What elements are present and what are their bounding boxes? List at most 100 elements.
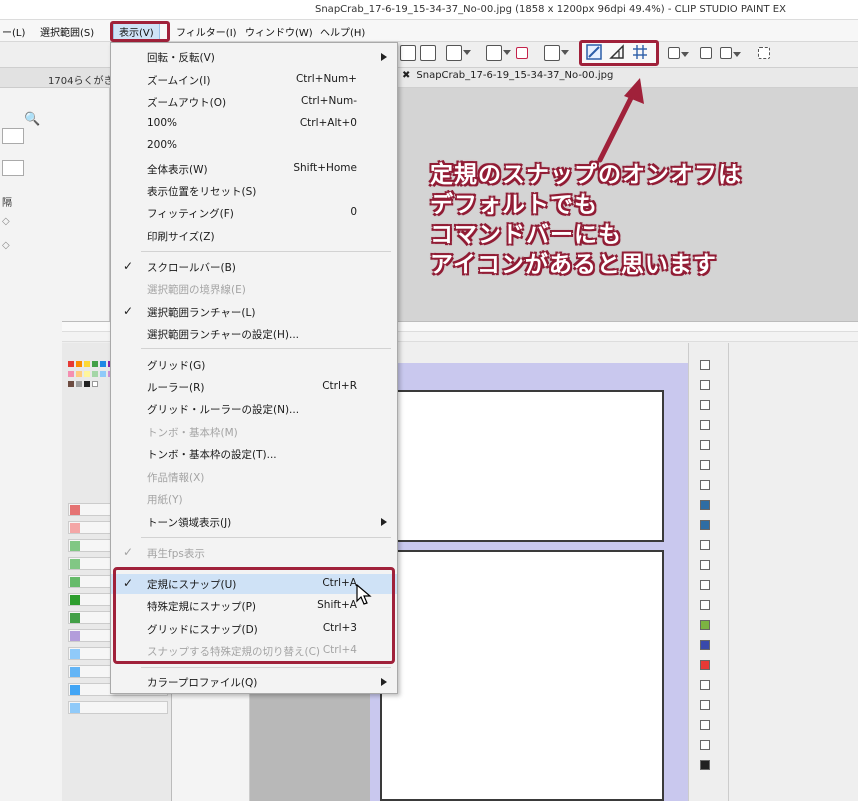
menu-item-print-size[interactable]: 印刷サイズ(Z) (111, 226, 397, 246)
tool-icon[interactable] (700, 700, 710, 710)
menu-separator (141, 537, 391, 538)
tool-icon[interactable] (700, 500, 710, 510)
undo-icon[interactable] (446, 45, 471, 61)
submenu-arrow-icon (381, 678, 387, 686)
menu-item-reset-position[interactable]: 表示位置をリセット(S) (111, 181, 397, 201)
tool-icon[interactable] (700, 420, 710, 430)
tool-icon[interactable] (700, 440, 710, 450)
layer-color-chip (70, 505, 80, 515)
layer-color-chip (70, 613, 80, 623)
menu-item-crop-mark: トンボ・基本枠(M) (111, 422, 397, 442)
tool-icon[interactable] (700, 560, 710, 570)
menu-selection[interactable]: 選択範囲(S) (40, 24, 94, 39)
menu-item-grid-ruler-settings[interactable]: グリッド・ルーラーの設定(N)... (111, 399, 397, 419)
tool-icon[interactable] (700, 740, 710, 750)
tool-icon[interactable] (700, 580, 710, 590)
tool-icon[interactable] (700, 760, 710, 770)
layer-color-chip (70, 577, 80, 587)
tool-icon[interactable] (700, 660, 710, 670)
tool-icon[interactable] (700, 460, 710, 470)
panel-tab-name[interactable]: 1704らくがき (48, 72, 113, 87)
menu-item-selection-border: 選択範囲の境界線(E) (111, 279, 397, 299)
clear-icon[interactable] (420, 45, 436, 61)
border-icon[interactable] (700, 47, 712, 59)
snap-to-ruler-icon[interactable] (586, 44, 602, 60)
window-title: SnapCrab_17-6-19_15-34-37_No-00.jpg (185… (315, 4, 786, 15)
menu-window[interactable]: ウィンドウ(W) (245, 24, 313, 39)
close-tab-icon[interactable]: ✖ (402, 70, 410, 81)
fill-icon[interactable] (516, 47, 528, 59)
brush-selector[interactable] (2, 128, 24, 144)
mouse-cursor-icon (356, 584, 372, 605)
tool-icon[interactable] (700, 360, 710, 370)
menu-item-rotate-flip[interactable]: 回転・反転(V) (111, 47, 397, 67)
menu-item-label: トーン領域表示(J) (147, 517, 232, 529)
menu-filter[interactable]: フィルター(I) (176, 24, 237, 39)
tool-icon[interactable] (700, 540, 710, 550)
menu-item-launcher-settings[interactable]: 選択範囲ランチャーの設定(H)... (111, 324, 397, 344)
snap-items-highlight (113, 567, 395, 664)
annotation-line-4: アイコンがあると思います (430, 252, 717, 278)
menu-item-100[interactable]: 100% Ctrl+Alt+0 (111, 114, 397, 134)
menu-item-selection-launcher[interactable]: ✓ 選択範囲ランチャー(L) (111, 302, 397, 322)
menu-item-grid[interactable]: グリッド(G) (111, 355, 397, 375)
tool-icon[interactable] (700, 400, 710, 410)
menu-item-200[interactable]: 200% (111, 136, 397, 156)
tool-icon[interactable] (700, 620, 710, 630)
frame-icon[interactable] (668, 47, 689, 59)
menu-item-crop-mark-settings[interactable]: トンボ・基本枠の設定(T)... (111, 444, 397, 464)
menu-item-label: ズームイン(I) (147, 75, 211, 87)
layer-color-chip (70, 649, 80, 659)
menu-item-tone-area[interactable]: トーン領域表示(J) (111, 512, 397, 532)
new-layer-icon[interactable] (486, 45, 511, 61)
menu-item-label: 200% (147, 139, 178, 151)
embedded-tool-strip (688, 343, 728, 801)
check-icon: ✓ (123, 304, 134, 318)
tool-icon[interactable] (700, 480, 710, 490)
snap-to-grid-icon[interactable] (632, 44, 648, 60)
check-icon: ✓ (123, 545, 134, 559)
menu-item-fit-all[interactable]: 全体表示(W) Shift+Home (111, 159, 397, 179)
menu-item-label: 選択範囲の境界線(E) (147, 284, 246, 296)
color-swatch (76, 381, 82, 387)
menu-item-label: 100% (147, 117, 178, 129)
menu-item-color-profile[interactable]: カラープロファイル(Q) (111, 672, 397, 692)
menu-item-zoom-in[interactable]: ズームイン(I) Ctrl+Num+ (111, 70, 397, 90)
spin-down-icon[interactable]: ◇ (2, 240, 10, 251)
menu-item-label: 選択範囲ランチャーの設定(H)... (147, 329, 299, 341)
layer-row[interactable] (68, 701, 168, 714)
menu-layer[interactable]: ー(L) (2, 24, 25, 39)
menu-item-label: トンボ・基本枠(M) (147, 427, 238, 439)
menu-item-zoom-out[interactable]: ズームアウト(O) Ctrl+Num- (111, 92, 397, 112)
tool-icon[interactable] (700, 720, 710, 730)
menu-item-label: スクロールバー(B) (147, 262, 236, 274)
title-bar: SnapCrab_17-6-19_15-34-37_No-00.jpg (185… (0, 0, 858, 20)
menu-item-label: 印刷サイズ(Z) (147, 231, 215, 243)
tool-icon[interactable] (700, 640, 710, 650)
menu-item-fitting[interactable]: フィッティング(F) 0 (111, 203, 397, 223)
menu-item-label: グリッド・ルーラーの設定(N)... (147, 404, 300, 416)
menu-item-label: トンボ・基本枠の設定(T)... (147, 449, 277, 461)
color-swatch (68, 371, 74, 377)
tool-icon[interactable] (700, 600, 710, 610)
menu-item-playback-fps: ✓ 再生fps表示 (111, 543, 397, 563)
spin-up-icon[interactable]: ◇ (2, 216, 10, 227)
menu-help[interactable]: ヘルプ(H) (320, 24, 365, 39)
zoom-icon[interactable]: 🔍 (24, 112, 40, 127)
panel-icon[interactable] (720, 47, 741, 59)
transform-icon[interactable] (400, 45, 416, 61)
tool-icon[interactable] (700, 680, 710, 690)
menu-item-label: グリッド(G) (147, 360, 206, 372)
ruler-icon[interactable] (758, 47, 770, 59)
layer-color-chip (70, 595, 80, 605)
layer-selector[interactable] (2, 160, 24, 176)
menu-item-ruler[interactable]: ルーラー(R) Ctrl+R (111, 377, 397, 397)
menu-item-scrollbar[interactable]: ✓ スクロールバー(B) (111, 257, 397, 277)
snap-to-special-ruler-icon[interactable] (609, 44, 625, 60)
color-swatch (76, 371, 82, 377)
manga-page-bottom (380, 550, 664, 801)
color-swatch (92, 381, 98, 387)
tool-icon[interactable] (700, 380, 710, 390)
layer-mask-icon[interactable] (544, 45, 569, 61)
tool-icon[interactable] (700, 520, 710, 530)
